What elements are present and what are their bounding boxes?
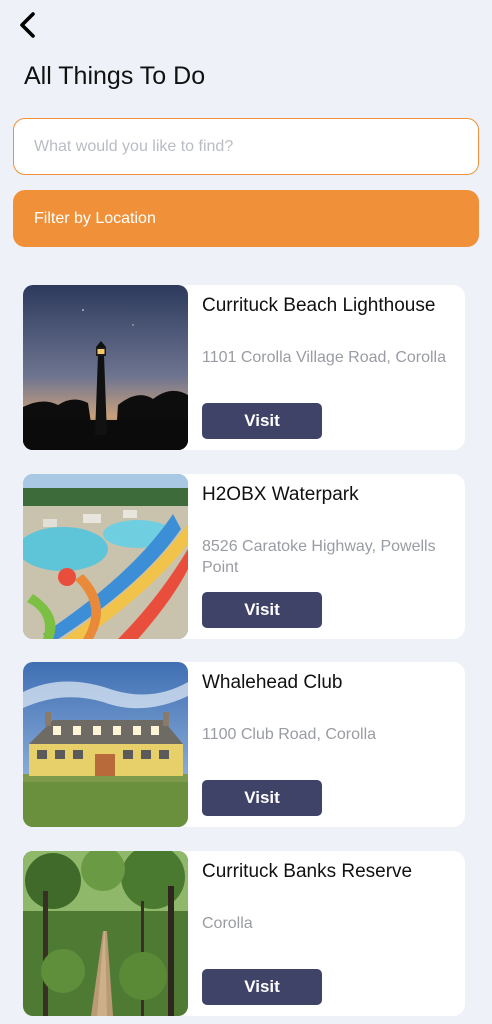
attraction-name: Currituck Banks Reserve bbox=[202, 861, 413, 882]
attraction-address: Corolla bbox=[202, 915, 253, 932]
visit-button[interactable]: Visit bbox=[202, 403, 322, 439]
attraction-image bbox=[23, 285, 188, 450]
attraction-card: Currituck Beach Lighthouse 1101 Corolla … bbox=[23, 285, 465, 450]
visit-button-label: Visit bbox=[244, 600, 280, 619]
chevron-left-icon bbox=[20, 12, 35, 38]
filter-by-location-button[interactable]: Filter by Location bbox=[13, 190, 479, 247]
visit-button-label: Visit bbox=[244, 411, 280, 430]
visit-button-label: Visit bbox=[244, 788, 280, 807]
attraction-card: H2OBX Waterpark 8526 Caratoke Highway, P… bbox=[23, 474, 465, 639]
filter-button-label: Filter by Location bbox=[34, 209, 156, 227]
attraction-card: Currituck Banks Reserve Corolla Visit bbox=[23, 851, 465, 1016]
attraction-image bbox=[23, 851, 188, 1016]
attraction-image bbox=[23, 662, 188, 827]
visit-button[interactable]: Visit bbox=[202, 969, 322, 1005]
visit-button[interactable]: Visit bbox=[202, 592, 322, 628]
back-button[interactable] bbox=[12, 8, 44, 42]
attraction-name: H2OBX Waterpark bbox=[202, 484, 359, 505]
page-title: All Things To Do bbox=[24, 62, 206, 90]
attraction-name: Currituck Beach Lighthouse bbox=[202, 295, 436, 316]
attraction-card: Whalehead Club 1100 Club Road, Corolla V… bbox=[23, 662, 465, 827]
attraction-address: 1101 Corolla Village Road, Corolla bbox=[202, 349, 446, 366]
visit-button[interactable]: Visit bbox=[202, 780, 322, 816]
visit-button-label: Visit bbox=[244, 977, 280, 996]
attraction-name: Whalehead Club bbox=[202, 672, 343, 693]
attraction-image bbox=[23, 474, 188, 639]
attraction-address: 1100 Club Road, Corolla bbox=[202, 726, 377, 743]
search-input[interactable] bbox=[13, 118, 479, 175]
attraction-address: 8526 Caratoke Highway, Powells Point bbox=[202, 538, 436, 576]
